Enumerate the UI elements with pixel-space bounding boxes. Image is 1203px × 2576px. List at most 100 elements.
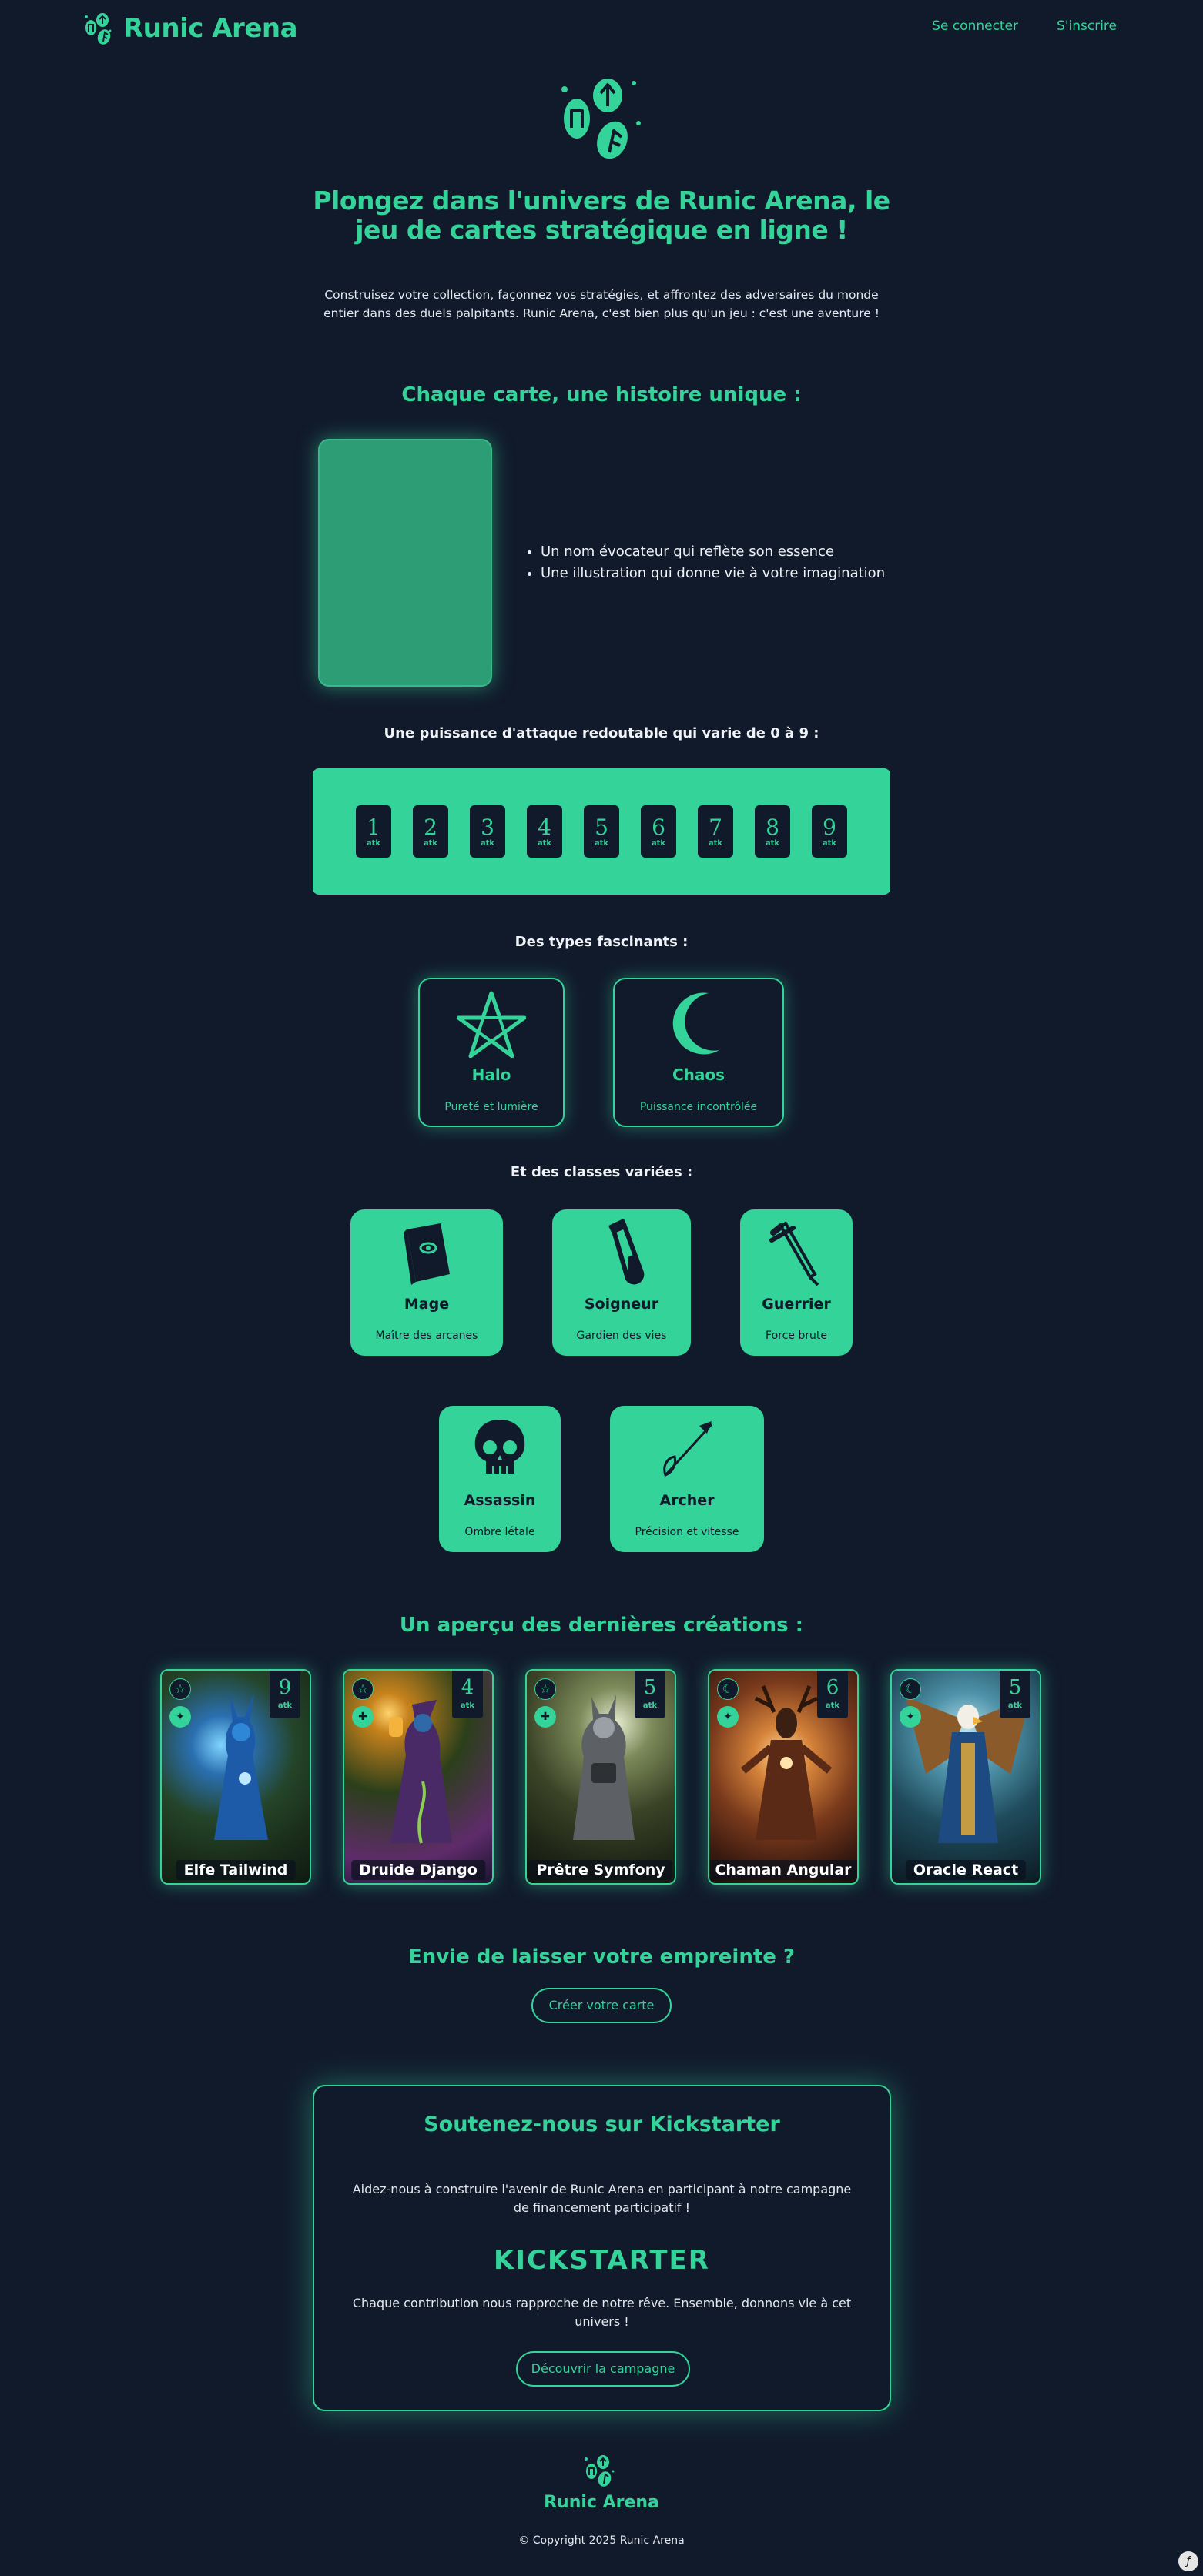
crescent-moon-icon <box>672 992 719 1055</box>
kickstarter-panel: Soutenez-nous sur Kickstarter Aidez-nous… <box>313 2085 891 2411</box>
atk-value: 4 <box>538 814 551 840</box>
mage-class-badge-icon: ✦ <box>169 1706 191 1728</box>
class-card-archer: Archer Précision et vitesse <box>610 1406 764 1552</box>
atk-unit: atk <box>366 838 381 848</box>
card-atk-value: 5 <box>1008 1676 1022 1699</box>
card-name: Druide Django <box>351 1860 485 1880</box>
card-atk-badge: 9 atk <box>270 1671 300 1718</box>
class-name: Mage <box>404 1296 450 1313</box>
skull-icon <box>474 1420 525 1474</box>
type-card-halo: Halo Pureté et lumière <box>418 978 565 1127</box>
soigneur-class-badge-icon: ✚ <box>534 1706 556 1728</box>
kickstarter-text: Aidez-nous à construire l'avenir de Runi… <box>352 2182 852 2215</box>
atk-unit: atk <box>825 1701 840 1710</box>
brand-name: Runic Arena <box>123 13 298 44</box>
spellbook-icon <box>404 1223 450 1285</box>
atk-unit: atk <box>765 838 780 848</box>
cta-title: Envie de laisser votre empreinte ? <box>407 1945 796 1969</box>
card-name: Chaman Angular <box>709 1860 857 1880</box>
classes-title: Et des classes variées : <box>510 1164 693 1180</box>
gallery-card[interactable]: ☾ ✦ 5 atk Oracle React <box>890 1669 1041 1885</box>
class-card-assassin: Assassin Ombre létale <box>439 1406 561 1552</box>
story-title: Chaque carte, une histoire unique : <box>401 383 802 406</box>
atk-value: 9 <box>823 814 836 840</box>
atk-unit: atk <box>1007 1701 1023 1710</box>
atk-value: 6 <box>652 814 665 840</box>
rune-stones-hero-icon <box>561 79 641 159</box>
attack-title: Une puissance d'attaque redoutable qui v… <box>384 725 819 741</box>
atk-value: 1 <box>367 814 380 840</box>
story-bullets: Un nom évocateur qui reflète son essence… <box>524 541 885 584</box>
class-card-mage: Mage Maître des arcanes <box>350 1209 503 1356</box>
card-atk-badge: 6 atk <box>817 1671 848 1718</box>
home-logo-link[interactable]: Runic Arena <box>83 11 298 46</box>
atk-chip: 8 atk <box>755 805 790 858</box>
class-description: Précision et vitesse <box>635 1526 739 1538</box>
bullet-illustration: Une illustration qui donne vie à votre i… <box>541 563 885 584</box>
type-name: Chaos <box>672 1066 725 1084</box>
type-card-chaos: Chaos Puissance incontrôlée <box>613 978 784 1127</box>
pentagram-icon <box>457 991 526 1058</box>
bullet-name: Un nom évocateur qui reflète son essence <box>541 541 885 563</box>
kickstarter-logo: KICKSTARTER <box>494 2245 710 2276</box>
atk-unit: atk <box>480 838 495 848</box>
class-description: Ombre létale <box>464 1526 535 1538</box>
gallery-card[interactable]: ☆ ✚ 4 atk Druide Django <box>343 1669 494 1885</box>
atk-unit: atk <box>537 838 552 848</box>
atk-unit: atk <box>594 838 609 848</box>
hero-title: Plongez dans l'univers de Runic Arena, l… <box>313 186 890 245</box>
atk-chip: 2 atk <box>413 805 448 858</box>
atk-value: 7 <box>709 814 722 840</box>
atk-value: 8 <box>766 814 779 840</box>
atk-unit: atk <box>708 838 723 848</box>
top-nav: Runic Arena Se connecter S'inscrire <box>0 0 1203 59</box>
discover-campaign-button[interactable]: Découvrir la campagne <box>516 2351 690 2387</box>
gallery-title: Un aperçu des dernières créations : <box>399 1614 804 1637</box>
rune-stones-footer-icon <box>585 2455 615 2487</box>
auth-links: Se connecter S'inscrire <box>932 18 1117 34</box>
card-name: Elfe Tailwind <box>176 1860 296 1880</box>
halo-type-badge-icon: ☆ <box>169 1678 191 1700</box>
atk-unit: atk <box>423 838 438 848</box>
soigneur-class-badge-icon: ✚ <box>352 1706 374 1728</box>
chaos-type-badge-icon: ☾ <box>717 1678 739 1700</box>
create-card-button[interactable]: Créer votre carte <box>531 1988 672 2023</box>
types-title: Des types fascinants : <box>514 934 689 950</box>
halo-type-badge-icon: ☆ <box>534 1678 556 1700</box>
card-atk-value: 9 <box>278 1676 292 1699</box>
mage-class-badge-icon: ✦ <box>717 1706 739 1728</box>
potion-vial-icon <box>608 1219 645 1285</box>
type-description: Pureté et lumière <box>444 1101 538 1113</box>
card-atk-badge: 5 atk <box>1000 1671 1030 1718</box>
rune-stones-logo-icon <box>85 13 112 45</box>
debug-toolbar-icon[interactable]: ƒ <box>1178 2551 1198 2571</box>
atk-unit: atk <box>277 1701 293 1710</box>
card-atk-value: 4 <box>461 1676 474 1699</box>
class-name: Assassin <box>464 1492 536 1509</box>
atk-unit: atk <box>460 1701 475 1710</box>
login-link[interactable]: Se connecter <box>932 18 1018 34</box>
atk-unit: atk <box>642 1701 658 1710</box>
atk-chip: 6 atk <box>641 805 676 858</box>
sword-icon <box>769 1221 819 1286</box>
class-name: Guerrier <box>762 1296 831 1313</box>
gallery-card[interactable]: ☾ ✦ 6 atk Chaman Angular <box>708 1669 859 1885</box>
signup-link[interactable]: S'inscrire <box>1057 18 1117 34</box>
card-name: Oracle React <box>905 1860 1027 1880</box>
gallery-card[interactable]: ☆ ✦ 9 atk Elfe Tailwind <box>160 1669 311 1885</box>
class-description: Force brute <box>766 1330 827 1342</box>
atk-chip: 5 atk <box>584 805 619 858</box>
class-name: Archer <box>659 1492 715 1509</box>
card-atk-value: 5 <box>643 1676 657 1699</box>
atk-unit: atk <box>822 838 837 848</box>
type-description: Puissance incontrôlée <box>639 1101 758 1113</box>
atk-chip: 4 atk <box>527 805 562 858</box>
hero-description: Construisez votre collection, façonnez v… <box>323 288 880 320</box>
class-description: Maître des arcanes <box>375 1330 478 1342</box>
gallery-card[interactable]: ☆ ✚ 5 atk Prêtre Symfony <box>525 1669 676 1885</box>
card-name: Prêtre Symfony <box>528 1860 673 1880</box>
kickstarter-title: Soutenez-nous sur Kickstarter <box>424 2113 780 2136</box>
kickstarter-subtext: Chaque contribution nous rapproche de no… <box>352 2296 852 2329</box>
atk-value: 3 <box>481 814 494 840</box>
type-name: Halo <box>471 1066 511 1084</box>
